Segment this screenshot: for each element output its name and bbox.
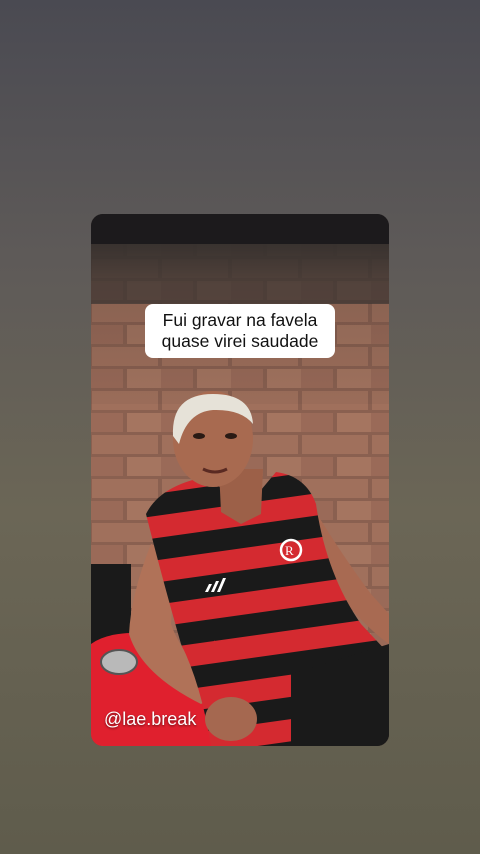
username-watermark: @lae.break xyxy=(104,709,197,729)
story-card[interactable]: R xyxy=(91,214,389,746)
caption-bubble: Fui gravar na favela quase virei saudade xyxy=(145,304,335,358)
caption-line-1: Fui gravar na favela xyxy=(162,310,318,330)
photo-scene: R xyxy=(91,214,389,746)
svg-text:R: R xyxy=(285,543,294,558)
motorbike-handle xyxy=(91,564,131,644)
ledge xyxy=(91,214,389,244)
caption-line-2: quase virei saudade xyxy=(161,331,319,351)
hand xyxy=(205,697,257,741)
